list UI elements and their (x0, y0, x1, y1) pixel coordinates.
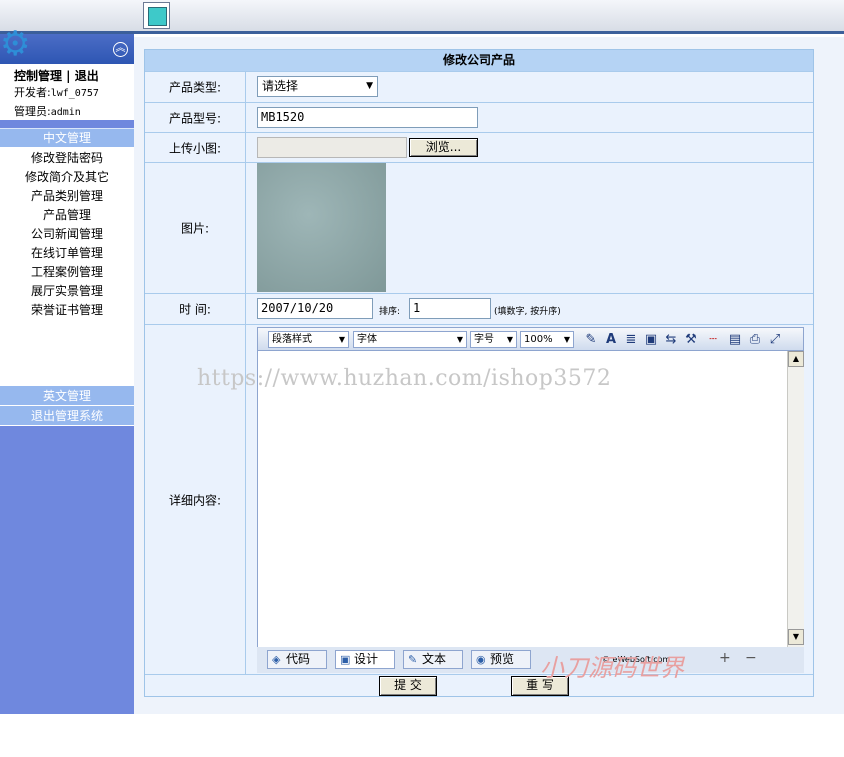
upload-label: 上传小图: (168, 141, 222, 155)
order-input[interactable]: 1 (409, 298, 491, 319)
chevron-down-icon: ▼ (338, 335, 345, 344)
editor-scrollbar[interactable]: ▲ ▼ (787, 351, 804, 647)
font-color-icon[interactable]: A (602, 331, 620, 349)
upload-row: 上传小图: 浏览... (145, 132, 813, 162)
sidebar-user-info: 控制管理 | 退出 开发者:lwf_0757 管理员:admin (0, 64, 134, 120)
mode-text-button[interactable]: ✎ 文本 (403, 650, 463, 669)
print-icon[interactable]: ⎙ (746, 331, 764, 349)
sidebar-item-change-password[interactable]: 修改登陆密码 (0, 149, 134, 168)
globe-icon: ◉ (476, 653, 486, 666)
page-break-icon[interactable]: ┄ (704, 331, 722, 349)
admin-value: admin (50, 107, 81, 118)
order-label: 排序: (379, 307, 401, 317)
shrink-editor-icon[interactable]: − (745, 650, 757, 666)
image-insert-icon[interactable]: ▣ (642, 331, 660, 349)
paragraph-icon[interactable]: ≣ (622, 331, 640, 349)
paragraph-style-value: 段落样式 (272, 334, 312, 345)
expand-editor-icon[interactable]: + (719, 650, 731, 666)
time-row: 时 间: 2007/10/20 排序: 1 (填数字, 按升序) (145, 293, 813, 324)
category-label: 产品类型: (168, 80, 222, 95)
sidebar-item-showroom[interactable]: 展厅实景管理 (0, 282, 134, 301)
mode-design-label: 设计 (354, 652, 379, 666)
font-size-value: 字号 (474, 334, 494, 345)
model-input[interactable]: MB1520 (257, 107, 478, 128)
chevron-down-icon: ▼ (456, 335, 463, 344)
replace-icon[interactable]: ⇆ (662, 331, 680, 349)
sidebar-item-company-news[interactable]: 公司新闻管理 (0, 225, 134, 244)
sidebar-item-project-cases[interactable]: 工程案例管理 (0, 263, 134, 282)
admin-label: 管理员: (14, 105, 51, 118)
model-row: 产品型号: MB1520 (145, 102, 813, 132)
time-input[interactable]: 2007/10/20 (257, 298, 373, 319)
sidebar: ⚙ ︽ 控制管理 | 退出 开发者:lwf_0757 管理员:admin 中文管… (0, 27, 134, 714)
font-select-value: 字体 (357, 334, 377, 345)
design-icon: ▣ (340, 653, 351, 666)
submit-button[interactable]: 提 交 (379, 676, 437, 696)
zoom-select[interactable]: 100% ▼ (520, 331, 574, 348)
sidebar-section-chinese[interactable]: 中文管理 (0, 128, 134, 147)
mode-code-label: 代码 (286, 652, 311, 666)
editor-content-area[interactable] (257, 351, 791, 647)
zoom-value: 100% (524, 334, 553, 345)
sidebar-menu: 修改登陆密码 修改简介及其它 产品类别管理 产品管理 公司新闻管理 在线订单管理… (0, 147, 134, 386)
edit-icon[interactable]: ✎ (582, 331, 600, 349)
editor-mode-bar: ◈ 代码 ▣ 设计 ✎ 文本 ◉ 预览 © eWebSoft.com + − (257, 647, 804, 673)
top-app-icon[interactable] (143, 2, 170, 29)
chevron-down-icon: ▼ (366, 81, 373, 91)
detail-label: 详细内容: (168, 493, 222, 507)
font-select[interactable]: 字体 ▼ (353, 331, 467, 348)
product-image (257, 163, 386, 292)
developer-label: 开发者: (14, 86, 51, 99)
paragraph-style-select[interactable]: 段落样式 ▼ (268, 331, 349, 348)
watermark-text: 小刀源码世界 (540, 654, 684, 682)
chevron-down-icon: ▼ (506, 335, 513, 344)
chevron-down-icon: ▼ (563, 335, 570, 344)
category-row: 产品类型: 请选择 ▼ (145, 71, 813, 102)
order-hint: (填数字, 按升序) (494, 307, 561, 317)
image-row: 图片: (145, 162, 813, 293)
tools-icon[interactable]: ⚒ (682, 331, 700, 349)
code-icon: ◈ (272, 653, 281, 666)
mode-preview-label: 预览 (490, 652, 515, 666)
collapse-icon[interactable]: ︽ (113, 42, 128, 57)
image-label: 图片: (180, 221, 210, 236)
upload-file-field[interactable] (257, 137, 407, 158)
time-label: 时 间: (179, 302, 211, 317)
mode-preview-button[interactable]: ◉ 预览 (471, 650, 531, 669)
model-label: 产品型号: (168, 111, 222, 125)
sidebar-logout[interactable]: 退出管理系统 (0, 406, 134, 426)
actions-row: 提 交 重 写 (145, 674, 813, 696)
sidebar-header: ⚙ ︽ (0, 27, 134, 64)
text-icon: ✎ (408, 653, 418, 666)
sidebar-item-certificates[interactable]: 荣誉证书管理 (0, 301, 134, 320)
mode-code-button[interactable]: ◈ 代码 (267, 650, 327, 669)
category-select[interactable]: 请选择 ▼ (257, 76, 378, 97)
form-title: 修改公司产品 (145, 50, 813, 71)
watermark-url: https://www.huzhan.com/ishop3572 (197, 366, 612, 391)
gear-icon: ⚙ (0, 24, 31, 64)
mode-text-label: 文本 (422, 652, 447, 666)
category-select-value: 请选择 (262, 79, 299, 93)
editor-toolbar: 段落样式 ▼ 字体 ▼ 字号 ▼ 100% ▼ ✎ A ≣ ▣ ⇆ ⚒ ┄ ▤ ⎙ ⤢ (257, 327, 804, 351)
sidebar-section-english[interactable]: 英文管理 (0, 386, 134, 406)
scroll-up-icon[interactable]: ▲ (788, 351, 804, 367)
font-size-select[interactable]: 字号 ▼ (470, 331, 517, 348)
sidebar-item-online-orders[interactable]: 在线订单管理 (0, 244, 134, 263)
control-title[interactable]: 控制管理 | 退出 (14, 68, 134, 84)
scroll-down-icon[interactable]: ▼ (788, 629, 804, 645)
mode-design-button[interactable]: ▣ 设计 (335, 650, 395, 669)
browse-button[interactable]: 浏览... (409, 138, 478, 157)
developer-value: lwf_0757 (50, 88, 99, 99)
sidebar-item-product-categories[interactable]: 产品类别管理 (0, 187, 134, 206)
table-icon[interactable]: ▤ (726, 331, 744, 349)
sidebar-item-edit-intro[interactable]: 修改简介及其它 (0, 168, 134, 187)
top-bar (0, 0, 844, 34)
fullscreen-icon[interactable]: ⤢ (766, 331, 784, 349)
sidebar-item-products[interactable]: 产品管理 (0, 206, 134, 225)
